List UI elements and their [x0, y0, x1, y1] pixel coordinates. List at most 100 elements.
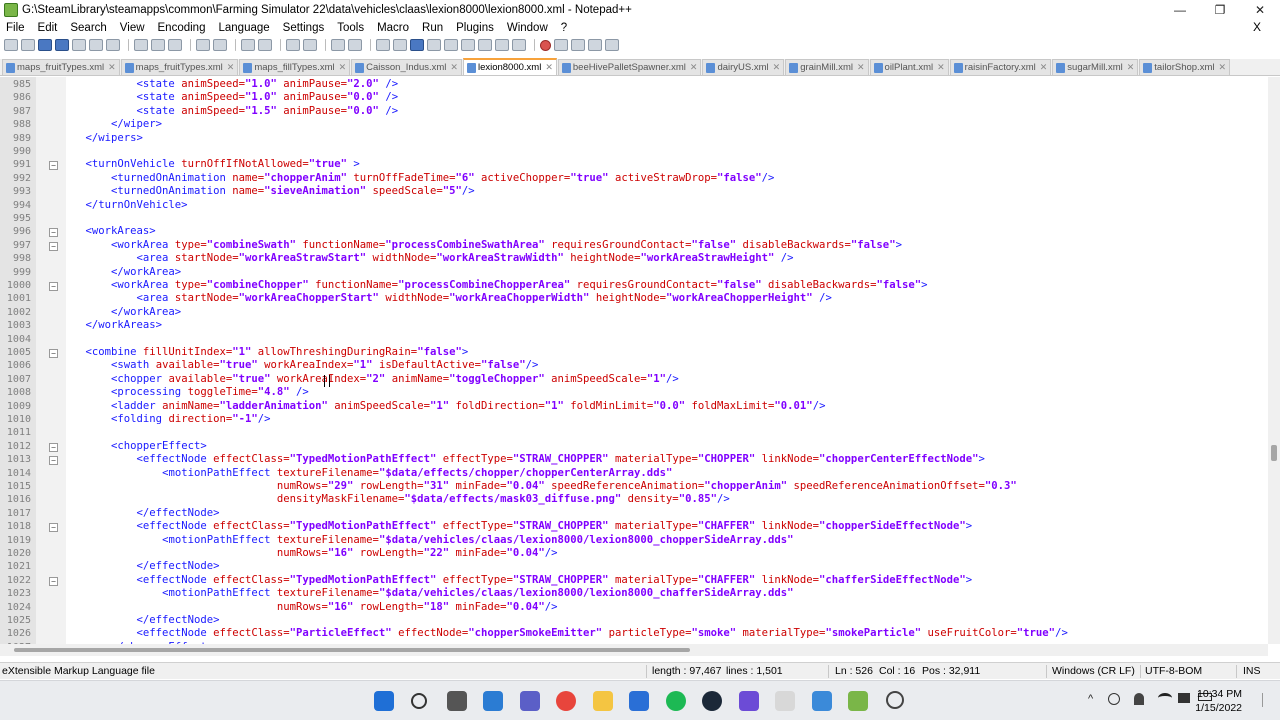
- spotify-icon[interactable]: [666, 691, 686, 711]
- code-line[interactable]: 995: [0, 212, 1268, 225]
- function-list-icon[interactable]: [478, 39, 492, 51]
- fold-toggle-icon[interactable]: −: [49, 228, 58, 238]
- tab-close-icon[interactable]: ✕: [450, 62, 458, 73]
- wifi-icon[interactable]: [1158, 693, 1172, 703]
- redo-icon[interactable]: [213, 39, 227, 51]
- fold-toggle-icon[interactable]: −: [49, 241, 58, 251]
- cut-icon[interactable]: [134, 39, 148, 51]
- code-line[interactable]: 1026 <effectNode effectClass="ParticleEf…: [0, 627, 1268, 640]
- code-line[interactable]: 985 <state animSpeed="1.0" animPause="2.…: [0, 78, 1268, 91]
- record-macro-icon[interactable]: [540, 39, 551, 51]
- tab-oilplant[interactable]: oilPlant.xml ✕: [869, 59, 949, 75]
- code-line[interactable]: 991 − <turnOnVehicle turnOffIfNotAllowed=…: [0, 158, 1268, 171]
- tab-close-icon[interactable]: ✕: [1218, 62, 1226, 73]
- tab-tailorshop[interactable]: tailorShop.xml ✕: [1139, 59, 1231, 75]
- horizontal-scroll-thumb[interactable]: [14, 648, 690, 652]
- tab-close-icon[interactable]: ✕: [339, 62, 347, 73]
- horizontal-scrollbar[interactable]: [0, 644, 1268, 656]
- menu-view[interactable]: View: [120, 22, 145, 34]
- tab-maps-filltypes[interactable]: maps_fillTypes.xml ✕: [239, 59, 351, 75]
- tab-close-icon[interactable]: ✕: [773, 62, 781, 73]
- status-eol[interactable]: Windows (CR LF): [1052, 663, 1135, 680]
- tab-dairyus[interactable]: dairyUS.xml ✕: [702, 59, 785, 75]
- new-file-icon[interactable]: [4, 39, 18, 51]
- doc-list-icon[interactable]: [461, 39, 475, 51]
- file-explorer-icon[interactable]: [593, 691, 613, 711]
- menu-encoding[interactable]: Encoding: [158, 22, 206, 34]
- undo-icon[interactable]: [196, 39, 210, 51]
- stop-macro-icon[interactable]: [554, 39, 568, 51]
- code-line[interactable]: 1015 numRows="29" rowLength="31" minFade…: [0, 480, 1268, 493]
- monitoring-icon[interactable]: [512, 39, 526, 51]
- tab-sugarmill[interactable]: sugarMill.xml ✕: [1052, 59, 1139, 75]
- menu-tools[interactable]: Tools: [337, 22, 364, 34]
- code-line[interactable]: 1013 − <effectNode effectClass="TypedMoti…: [0, 453, 1268, 466]
- notepadpp-icon[interactable]: [848, 691, 868, 711]
- code-line[interactable]: 986 <state animSpeed="1.0" animPause="0.…: [0, 91, 1268, 104]
- sync-horizontal-icon[interactable]: [348, 39, 362, 51]
- tab-close-icon[interactable]: ✕: [1127, 62, 1135, 73]
- task-view-icon[interactable]: [447, 691, 467, 711]
- maximize-button[interactable]: ❐: [1200, 0, 1240, 20]
- menu-run[interactable]: Run: [422, 22, 443, 34]
- taskbar-clock[interactable]: 10:34 PM 1/15/2022: [1195, 687, 1242, 715]
- app-icon[interactable]: [739, 691, 759, 711]
- menu-help[interactable]: ?: [561, 22, 567, 34]
- fold-toggle-icon[interactable]: −: [49, 161, 58, 171]
- code-line[interactable]: 998 <area startNode="workAreaStrawStart"…: [0, 252, 1268, 265]
- udl-icon[interactable]: [427, 39, 441, 51]
- code-line[interactable]: 990: [0, 145, 1268, 158]
- tray-chevron-icon[interactable]: ^: [1088, 693, 1093, 705]
- save-macro-icon[interactable]: [605, 39, 619, 51]
- close-button[interactable]: ✕: [1240, 0, 1280, 20]
- copy-icon[interactable]: [151, 39, 165, 51]
- microphone-icon[interactable]: [1134, 693, 1144, 705]
- play-macro-icon[interactable]: [571, 39, 585, 51]
- vertical-scrollbar[interactable]: [1268, 77, 1280, 644]
- tab-close-icon[interactable]: ✕: [108, 62, 116, 73]
- find-icon[interactable]: [241, 39, 255, 51]
- replace-icon[interactable]: [258, 39, 272, 51]
- fold-toggle-icon[interactable]: −: [49, 349, 58, 358]
- fold-toggle-icon[interactable]: −: [49, 576, 58, 586]
- indent-guide-icon[interactable]: [410, 39, 424, 51]
- code-line[interactable]: 1018 − <effectNode effectClass="TypedMoti…: [0, 520, 1268, 533]
- tab-close-icon[interactable]: ✕: [857, 62, 865, 73]
- tab-close-icon[interactable]: ✕: [1040, 62, 1048, 73]
- status-encoding[interactable]: UTF-8-BOM: [1145, 663, 1202, 680]
- tab-close-icon[interactable]: ✕: [227, 62, 235, 73]
- tab-close-icon[interactable]: ✕: [545, 62, 553, 73]
- code-line[interactable]: 988 </wiper>: [0, 118, 1268, 131]
- status-insert-mode[interactable]: INS: [1243, 663, 1261, 680]
- code-line[interactable]: 1004: [0, 333, 1268, 346]
- close-all-icon[interactable]: [89, 39, 103, 51]
- zoom-in-icon[interactable]: [286, 39, 300, 51]
- code-line[interactable]: 1024 numRows="16" rowLength="18" minFade…: [0, 601, 1268, 614]
- code-line[interactable]: 1020 numRows="16" rowLength="22" minFade…: [0, 547, 1268, 560]
- menu-search[interactable]: Search: [70, 22, 106, 34]
- code-line[interactable]: 1025 </effectNode>: [0, 614, 1268, 627]
- tab-close-icon[interactable]: ✕: [937, 62, 945, 73]
- tab-lexion8000[interactable]: lexion8000.xml ✕: [462, 58, 557, 75]
- tab-maps-fruittypes[interactable]: maps_fruitTypes.xml ✕: [2, 59, 120, 75]
- code-line[interactable]: 1016 densityMaskFilename="$data/effects/…: [0, 493, 1268, 506]
- code-line[interactable]: 999 </workArea>: [0, 266, 1268, 279]
- show-all-chars-icon[interactable]: [393, 39, 407, 51]
- code-line[interactable]: 1009 <ladder animName="ladderAnimation" …: [0, 400, 1268, 413]
- code-line[interactable]: 992 <turnedOnAnimation name="chopperAnim…: [0, 172, 1268, 185]
- code-line[interactable]: 1002 </workArea>: [0, 306, 1268, 319]
- code-line[interactable]: 1019 <motionPathEffect textureFilename="…: [0, 534, 1268, 547]
- save-icon[interactable]: [38, 39, 52, 51]
- tab-maps-fruittypes[interactable]: maps_fruitTypes.xml ✕: [120, 59, 239, 75]
- code-line[interactable]: 996 − <workAreas>: [0, 225, 1268, 238]
- code-line[interactable]: 994 </turnOnVehicle>: [0, 199, 1268, 212]
- code-line[interactable]: 1011: [0, 426, 1268, 439]
- widgets-icon[interactable]: [483, 691, 503, 711]
- code-line[interactable]: 987 <state animSpeed="1.5" animPause="0.…: [0, 105, 1268, 118]
- chrome-icon[interactable]: [556, 691, 576, 711]
- code-line[interactable]: 1010 <folding direction="-1"/>: [0, 413, 1268, 426]
- code-line[interactable]: 1014 <motionPathEffect textureFilename="…: [0, 467, 1268, 480]
- tab-close-icon[interactable]: ✕: [690, 62, 698, 73]
- tab-beehivepalletspawner[interactable]: beeHivePalletSpawner.xml ✕: [557, 59, 702, 75]
- taskbar-app-icon[interactable]: [775, 691, 795, 711]
